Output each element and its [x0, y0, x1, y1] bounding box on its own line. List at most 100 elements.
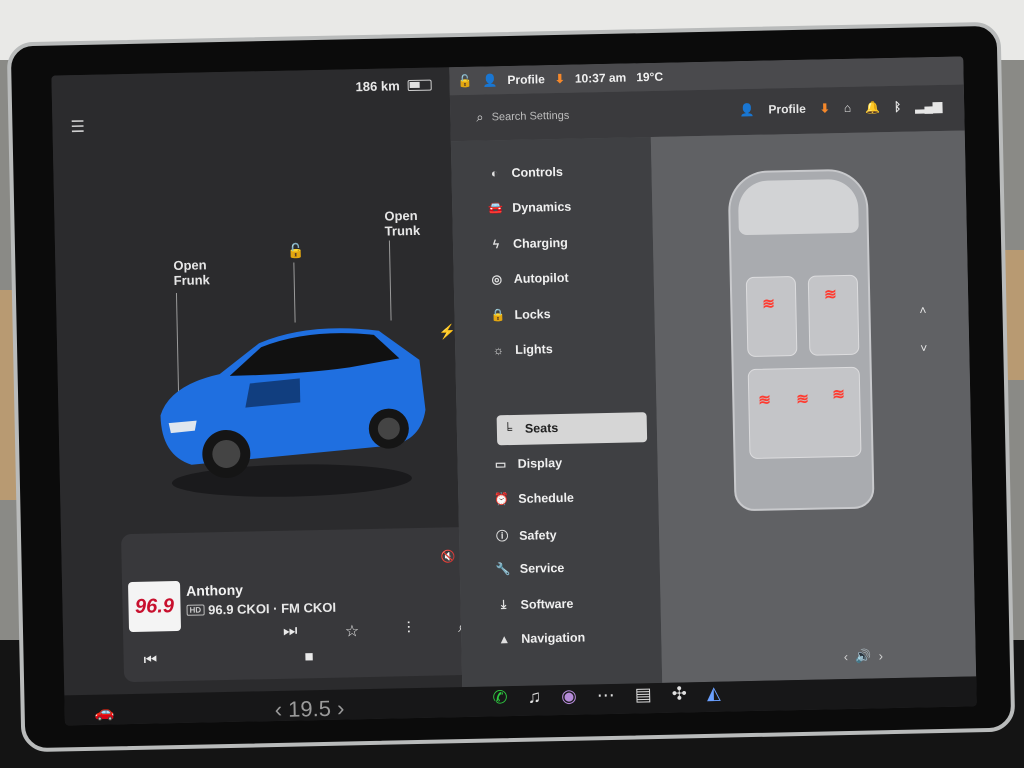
steering-wheel-icon: ◎ — [491, 272, 503, 287]
seat-scroll-arrows: ˄ ˅ — [919, 291, 928, 367]
favorite-star-icon[interactable]: ☆ — [345, 621, 360, 641]
settings-menu: ◐ Controls 🚘 Dynamics ϟ Charging ◎ Autopilot… — [450, 137, 663, 688]
previous-track-icon[interactable]: ⏮ — [143, 651, 157, 668]
menu-item-seats[interactable]: ╘ Seats — [501, 421, 559, 437]
open-trunk-button[interactable]: Open Trunk — [384, 208, 420, 239]
header-profile-label[interactable]: Profile — [768, 102, 806, 117]
outside-temp: 19°C — [636, 69, 664, 85]
mute-icon[interactable]: 🔇 — [440, 549, 455, 563]
menu-label-service: Service — [519, 560, 565, 576]
touchscreen: 186 km ☰ Open Frunk Open Trunk 🔓 ⚡ 🔇 96.… — [51, 56, 977, 726]
nav-arrow-icon: ▲ — [498, 632, 511, 647]
seat-rear-bench — [747, 366, 862, 460]
menu-item-software[interactable]: ⤓ Software — [496, 596, 574, 613]
car-status-panel: 186 km ☰ Open Frunk Open Trunk 🔓 ⚡ 🔇 96.… — [51, 67, 487, 696]
lte-signal-icon: ▂▄▆ — [915, 98, 943, 114]
seat-heater-rear-center-icon[interactable]: ≋ — [796, 390, 809, 408]
camera-icon[interactable]: ◉ — [561, 685, 577, 706]
menu-label-navigation: Navigation — [521, 630, 586, 646]
settings-search-input[interactable] — [491, 107, 682, 124]
header-profile-icon: 👤 — [739, 102, 755, 118]
car-top-view: ≋ ≋ ≋ ≋ ≋ — [727, 168, 875, 512]
info-icon: ⓘ — [495, 529, 509, 544]
menu-item-navigation[interactable]: ▲ Navigation — [497, 631, 585, 647]
lock-icon: 🔒 — [490, 308, 506, 323]
menu-label-schedule: Schedule — [518, 490, 575, 506]
download-icon: ⤓ — [500, 597, 507, 612]
unlock-status-icon[interactable]: 🔓 — [457, 74, 472, 88]
frunk-label-line2: Frunk — [173, 272, 210, 289]
bell-icon[interactable]: 🔔 — [865, 100, 880, 114]
climate-temperature[interactable]: ‹ 19.5 › — [274, 696, 344, 723]
update-download-icon[interactable]: ⬇ — [555, 72, 565, 86]
menu-label-charging: Charging — [512, 235, 568, 251]
notes-icon[interactable]: ▤ — [635, 684, 652, 705]
bolt-icon: ϟ — [492, 237, 500, 252]
seat-front-left[interactable] — [745, 276, 798, 358]
headlight-icon[interactable]: ☰ — [70, 117, 85, 137]
climate-temp-value: 19.5 — [287, 695, 332, 722]
wrench-icon: 🔧 — [495, 562, 511, 577]
open-frunk-button[interactable]: Open Frunk — [173, 257, 210, 288]
homelink-icon[interactable]: ⌂ — [844, 101, 852, 115]
menu-label-software: Software — [520, 596, 574, 612]
navigation-app-icon[interactable]: ◭ — [707, 682, 721, 703]
equalizer-icon[interactable]: ⫶ — [406, 620, 410, 640]
car-controls-icon[interactable]: 🚗 — [95, 702, 115, 722]
menu-label-display: Display — [517, 455, 563, 471]
menu-item-schedule[interactable]: ⏰ Schedule — [494, 491, 574, 507]
windshield — [737, 178, 859, 236]
settings-panel: 🔓 👤 Profile ⬇ 10:37 am 19°C ⌕ 👤 Profile … — [449, 56, 977, 688]
more-apps-icon[interactable]: ⋯ — [597, 684, 615, 705]
trunk-label-line2: Trunk — [384, 222, 421, 239]
media-playback-row: ⏮ ■ — [143, 648, 313, 669]
range-readout: 186 km — [355, 78, 400, 95]
clock: 10:37 am — [574, 70, 627, 86]
menu-label-locks: Locks — [514, 307, 551, 322]
stop-icon[interactable]: ■ — [304, 648, 313, 665]
bluetooth-icon[interactable]: ᛒ — [894, 100, 901, 114]
frunk-label-line1: Open — [173, 257, 207, 274]
media-player: 🔇 96.9 Anthony HD 96.9 CKOI · FM CKOI ⏭ … — [120, 526, 487, 683]
menu-label-safety: Safety — [518, 527, 557, 543]
track-title: Anthony — [186, 581, 244, 599]
menu-item-dynamics[interactable]: 🚘 Dynamics — [488, 200, 571, 216]
menu-label-seats: Seats — [524, 421, 559, 436]
menu-item-autopilot[interactable]: ◎ Autopilot — [490, 270, 569, 287]
trunk-label-line1: Open — [384, 207, 418, 224]
touchscreen-bezel: 186 km ☰ Open Frunk Open Trunk 🔓 ⚡ 🔇 96.… — [6, 21, 1016, 753]
chevron-down-icon[interactable]: ˅ — [920, 329, 928, 367]
seat-heater-rear-left-icon[interactable]: ≋ — [758, 391, 771, 409]
profile-icon: 👤 — [482, 73, 498, 88]
software-update-icon[interactable]: ⬇ — [820, 101, 830, 115]
unlock-icon[interactable]: 🔓 — [287, 242, 305, 259]
music-icon[interactable]: ♫ — [527, 686, 541, 707]
hd-radio-icon: HD — [186, 604, 205, 616]
menu-label-autopilot: Autopilot — [513, 270, 569, 286]
menu-item-controls[interactable]: ◐ Controls — [487, 165, 563, 181]
next-track-icon[interactable]: ⏭ — [283, 623, 298, 643]
chevron-up-icon[interactable]: ˄ — [919, 291, 927, 329]
menu-item-lights[interactable]: ☼ Lights — [491, 342, 553, 357]
search-icon: ⌕ — [476, 109, 484, 125]
volume-control[interactable]: ‹ 🔊 › — [844, 648, 884, 665]
menu-label-controls: Controls — [511, 164, 564, 180]
top-profile-label[interactable]: Profile — [507, 72, 545, 87]
seat-heater-front-right-icon[interactable]: ≋ — [824, 285, 837, 303]
seat-heater-view: ≋ ≋ ≋ ≋ ≋ ˄ ˅ — [650, 130, 977, 683]
battery-icon — [407, 79, 432, 92]
car-icon: 🚘 — [488, 201, 504, 216]
seat-heater-rear-right-icon[interactable]: ≋ — [832, 385, 845, 403]
phone-icon[interactable]: ✆ — [492, 687, 508, 708]
display-icon: ▭ — [494, 457, 507, 472]
menu-item-charging[interactable]: ϟ Charging — [489, 236, 568, 252]
menu-item-locks[interactable]: 🔒 Locks — [490, 307, 550, 322]
seat-icon: ╘ — [503, 421, 513, 437]
menu-item-service[interactable]: 🔧 Service — [496, 561, 565, 576]
menu-item-display[interactable]: ▭ Display — [493, 456, 562, 471]
station-info: HD 96.9 CKOI · FM CKOI — [186, 600, 336, 618]
fan-icon[interactable]: ✣ — [672, 683, 688, 704]
seat-heater-front-left-icon[interactable]: ≋ — [762, 294, 775, 312]
media-controls-row: ⏭ ☆ ⫶ ⌕ — [187, 619, 467, 645]
menu-item-safety[interactable]: ⓘ Safety — [495, 526, 557, 544]
